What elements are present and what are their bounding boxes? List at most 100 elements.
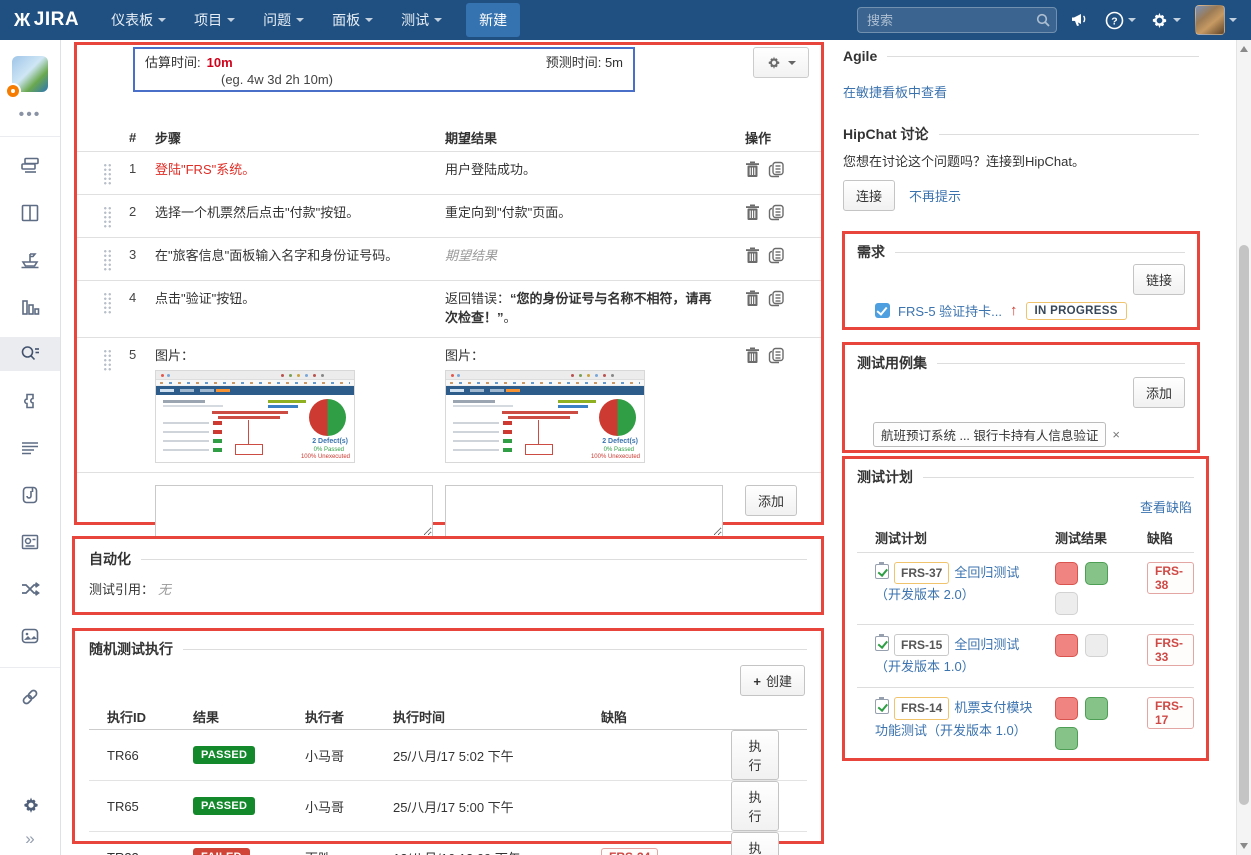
adhoc-section-title: 随机测试执行 xyxy=(89,639,807,659)
user-menu[interactable] xyxy=(1195,5,1237,35)
execution-id[interactable]: TR65 xyxy=(107,799,193,814)
execution-status-square-red[interactable] xyxy=(1055,562,1078,585)
scroll-down-arrow[interactable] xyxy=(1240,843,1248,849)
sidebar-item-links[interactable] xyxy=(0,680,60,714)
sidebar-collapse-icon[interactable]: » xyxy=(25,829,34,849)
sidebar-item-board[interactable] xyxy=(0,196,60,230)
execution-status-square-gray[interactable] xyxy=(1085,634,1108,657)
sidebar-settings-gear-icon[interactable] xyxy=(20,795,40,815)
vertical-scrollbar[interactable] xyxy=(1236,40,1251,855)
drag-handle[interactable] xyxy=(103,163,112,185)
clone-step-icon[interactable] xyxy=(768,290,785,307)
clone-step-icon[interactable] xyxy=(768,204,785,221)
search-input[interactable] xyxy=(857,7,1057,33)
sidebar-item-reports[interactable] xyxy=(0,290,60,324)
execution-status-square-green[interactable] xyxy=(1085,697,1108,720)
sidebar-item-issues-search[interactable] xyxy=(0,337,60,371)
steps-settings-button[interactable] xyxy=(753,47,809,78)
execution-status-square-green[interactable] xyxy=(1055,727,1078,750)
annotation-box-testplans: 测试计划 查看缺陷 测试计划测试结果缺陷 FRS-37全回归测试（开发版本 2.… xyxy=(842,456,1209,761)
testset-tag[interactable]: 航班预订系统 ... 银行卡持有人信息验证 xyxy=(873,422,1106,447)
admin-gear-menu[interactable] xyxy=(1150,11,1181,30)
drag-handle[interactable] xyxy=(103,292,112,314)
expected-text[interactable]: 返回错误：“您的身份证号与名称不相符，请再次检查！”。 xyxy=(445,290,745,328)
add-step-button[interactable]: 添加 xyxy=(745,485,797,516)
step-text[interactable]: 点击"验证"按钮。 xyxy=(155,290,445,309)
sidebar-item-pages[interactable] xyxy=(0,478,60,512)
requirement-issue-link[interactable]: FRS-5 验证持卡... xyxy=(898,301,1002,320)
scrollbar-thumb[interactable] xyxy=(1239,245,1249,805)
estimate-value: 10m xyxy=(207,55,233,70)
sidebar-item-media[interactable] xyxy=(0,619,60,653)
expected-text[interactable]: 用户登陆成功。 xyxy=(445,161,745,180)
execute-button[interactable]: 执行 xyxy=(731,781,779,831)
execution-status-square-gray[interactable] xyxy=(1055,592,1078,615)
sidebar-item-contacts[interactable] xyxy=(0,525,60,559)
delete-step-icon[interactable] xyxy=(745,247,760,264)
delete-step-icon[interactable] xyxy=(745,347,760,364)
testplan-key-badge[interactable]: FRS-37 xyxy=(894,562,949,584)
chevron-down-icon xyxy=(227,18,235,22)
delete-step-icon[interactable] xyxy=(745,204,760,221)
add-testset-button[interactable]: 添加 xyxy=(1133,377,1185,408)
execution-status-square-red[interactable] xyxy=(1055,634,1078,657)
new-step-input[interactable] xyxy=(155,485,433,537)
testsets-section-title: 测试用例集 xyxy=(857,353,1185,373)
execution-id[interactable]: TR66 xyxy=(107,748,193,763)
hipchat-dismiss-link[interactable]: 不再提示 xyxy=(909,186,961,205)
clone-step-icon[interactable] xyxy=(768,347,785,364)
automation-reference-value: 无 xyxy=(158,582,171,597)
testplan-key-badge[interactable]: FRS-15 xyxy=(894,634,949,656)
menu-dashboards[interactable]: 仪表板 xyxy=(97,0,180,40)
execution-status-square-green[interactable] xyxy=(1085,562,1108,585)
menu-tests[interactable]: 测试 xyxy=(387,0,456,40)
execute-button[interactable]: 执行 xyxy=(731,832,779,855)
expected-placeholder[interactable]: 期望结果 xyxy=(445,247,745,266)
drag-handle[interactable] xyxy=(103,249,112,271)
delete-step-icon[interactable] xyxy=(745,161,760,178)
step-attachment-screenshot[interactable]: 2 Defect(s) 0% Passed 100% Unexecuted xyxy=(155,370,355,463)
scroll-up-arrow[interactable] xyxy=(1240,46,1248,52)
view-defects-link[interactable]: 查看缺陷 xyxy=(1140,500,1192,515)
col-number: # xyxy=(129,130,155,145)
sidebar-more-icon[interactable]: ••• xyxy=(0,106,60,124)
project-avatar[interactable] xyxy=(12,56,48,92)
sidebar-item-releases[interactable] xyxy=(0,243,60,277)
expected-text[interactable]: 重定向到"付款"页面。 xyxy=(445,204,745,223)
feedback-megaphone-icon[interactable] xyxy=(1071,11,1091,29)
menu-issues[interactable]: 问题 xyxy=(249,0,318,40)
sidebar-item-backlog[interactable] xyxy=(0,149,60,183)
sidebar-item-components[interactable] xyxy=(0,431,60,465)
defect-link-badge[interactable]: FRS-17 xyxy=(1147,697,1194,729)
drag-handle[interactable] xyxy=(103,206,112,228)
remove-testset-icon[interactable]: × xyxy=(1112,427,1120,442)
view-on-agile-board-link[interactable]: 在敏捷看板中查看 xyxy=(843,82,1199,101)
help-menu[interactable]: ? xyxy=(1105,11,1136,30)
expected-attachment-screenshot[interactable]: 2 Defect(s) 0% Passed 100% Unexecuted xyxy=(445,370,645,463)
hipchat-connect-button[interactable]: 连接 xyxy=(843,180,895,211)
execute-button[interactable]: 执行 xyxy=(731,730,779,780)
drag-handle[interactable] xyxy=(103,349,112,371)
new-expected-input[interactable] xyxy=(445,485,723,537)
menu-boards[interactable]: 面板 xyxy=(318,0,387,40)
defect-link-badge[interactable]: FRS-38 xyxy=(1147,562,1194,594)
step-text[interactable]: 在"旅客信息"面板输入名字和身份证号码。 xyxy=(155,247,445,266)
step-text[interactable]: 登陆"FRS"系统。 xyxy=(155,161,445,180)
sidebar-item-shuffle[interactable] xyxy=(0,572,60,606)
defect-link-badge[interactable]: FRS-33 xyxy=(1147,634,1194,666)
sidebar-item-addons[interactable] xyxy=(0,384,60,418)
step-text[interactable]: 选择一个机票然后点击"付款"按钮。 xyxy=(155,204,445,223)
menu-projects[interactable]: 项目 xyxy=(180,0,249,40)
jira-logo[interactable]: Ж JIRA xyxy=(14,9,79,31)
delete-step-icon[interactable] xyxy=(745,290,760,307)
link-requirement-button[interactable]: 链接 xyxy=(1133,264,1185,295)
execution-id[interactable]: TR32 xyxy=(107,850,193,855)
requirement-checkbox[interactable] xyxy=(875,303,890,318)
create-execution-button[interactable]: +创建 xyxy=(740,665,805,696)
create-button[interactable]: 新建 xyxy=(466,3,520,37)
defect-link-badge[interactable]: FRS-34 xyxy=(601,848,658,855)
execution-status-square-red[interactable] xyxy=(1055,697,1078,720)
clone-step-icon[interactable] xyxy=(768,161,785,178)
testplan-key-badge[interactable]: FRS-14 xyxy=(894,697,949,719)
clone-step-icon[interactable] xyxy=(768,247,785,264)
